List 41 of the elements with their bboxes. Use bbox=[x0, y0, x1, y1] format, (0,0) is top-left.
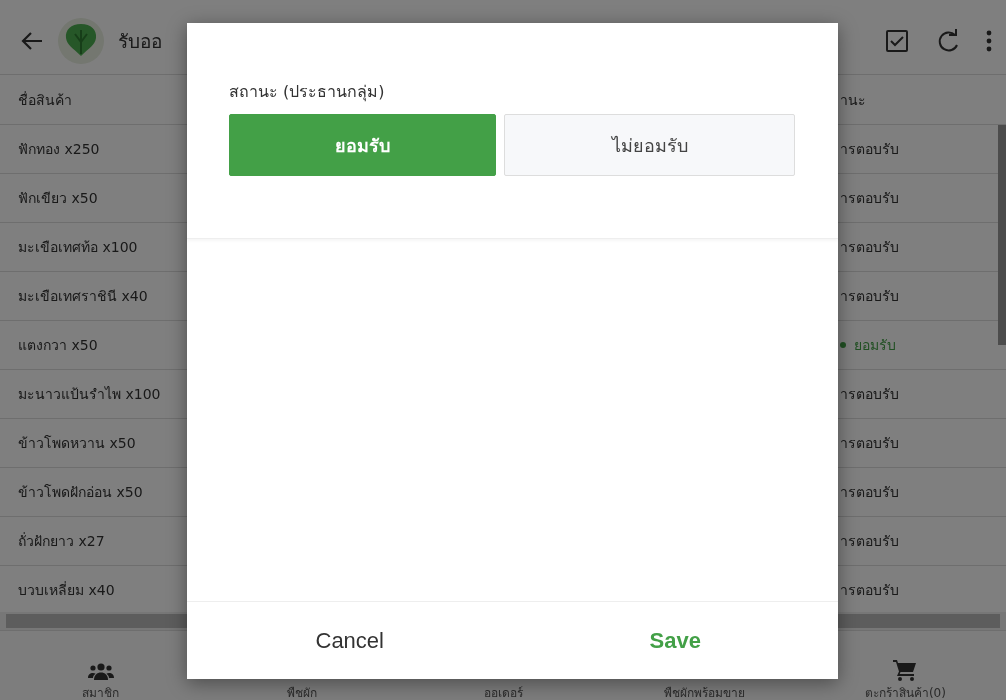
table-cell-text: ข้าวโพดฝักอ่อน x50 bbox=[18, 483, 143, 502]
table-cell-text: มะเขือเทศท้อ x100 bbox=[18, 238, 138, 257]
table-cell-text: ข้าวโพดหวาน x50 bbox=[18, 434, 136, 453]
table-cell-text: บวบเหลี่ยม x40 bbox=[18, 580, 115, 600]
table-cell-text: ารตอบรับ bbox=[840, 434, 899, 453]
save-button[interactable]: Save bbox=[512, 602, 838, 679]
nav-item[interactable]: สมาชิก bbox=[82, 686, 120, 700]
table-cell-text: ารตอบรับ bbox=[840, 483, 899, 502]
column-header: ชื่อสินค้า bbox=[18, 90, 72, 110]
checkbox-icon[interactable] bbox=[886, 30, 908, 52]
table-cell-text: ารตอบรับ bbox=[840, 385, 899, 404]
cart-icon bbox=[893, 659, 918, 681]
nav-item[interactable]: พืชผัก bbox=[286, 686, 317, 700]
table-cell-text: ถั่วฝักยาว x27 bbox=[18, 531, 105, 551]
table-cell-text: ารตอบรับ bbox=[840, 238, 899, 257]
vertical-scrollbar[interactable] bbox=[998, 125, 1006, 345]
table-cell-text: มะนาวแป้นรำไพ x100 bbox=[18, 385, 161, 404]
table-cell-text: ารตอบรับ bbox=[840, 140, 899, 159]
more-icon[interactable] bbox=[986, 30, 992, 52]
table-cell-text: ารตอบรับ bbox=[840, 189, 899, 208]
vegetable-logo-icon bbox=[58, 18, 104, 64]
nav-item[interactable]: พืชผักพร้อมขาย bbox=[663, 686, 745, 700]
field-label: สถานะ (ประธานกลุ่ม) bbox=[229, 81, 386, 104]
table-cell-text: ฟักทอง x250 bbox=[18, 140, 100, 159]
option-button[interactable]: ยอมรับ bbox=[229, 114, 496, 176]
table-cell-text: มะเขือเทศราชินี x40 bbox=[18, 287, 148, 306]
table-cell-text: ารตอบรับ bbox=[840, 287, 899, 306]
nav-item[interactable]: ออเดอร์ bbox=[483, 686, 523, 700]
nav-item[interactable]: ตะกร้าสินค้า(0) bbox=[864, 686, 946, 700]
column-header: านะ bbox=[839, 90, 867, 110]
table-cell-text: แตงกวา x50 bbox=[18, 336, 98, 355]
people-icon bbox=[87, 663, 114, 681]
table-cell-text: ารตอบรับ bbox=[840, 532, 899, 551]
status-dot bbox=[840, 342, 846, 348]
page-title: รับออ bbox=[118, 29, 162, 54]
back-arrow-icon[interactable] bbox=[20, 31, 44, 51]
table-cell-text: ยอมรับ bbox=[854, 336, 896, 355]
table-cell-text: ฟักเขียว x50 bbox=[18, 189, 98, 208]
option-button[interactable]: ไม่ยอมรับ bbox=[504, 114, 795, 176]
table-cell-text: ารตอบรับ bbox=[840, 581, 899, 600]
cancel-button[interactable]: Cancel bbox=[187, 602, 513, 679]
